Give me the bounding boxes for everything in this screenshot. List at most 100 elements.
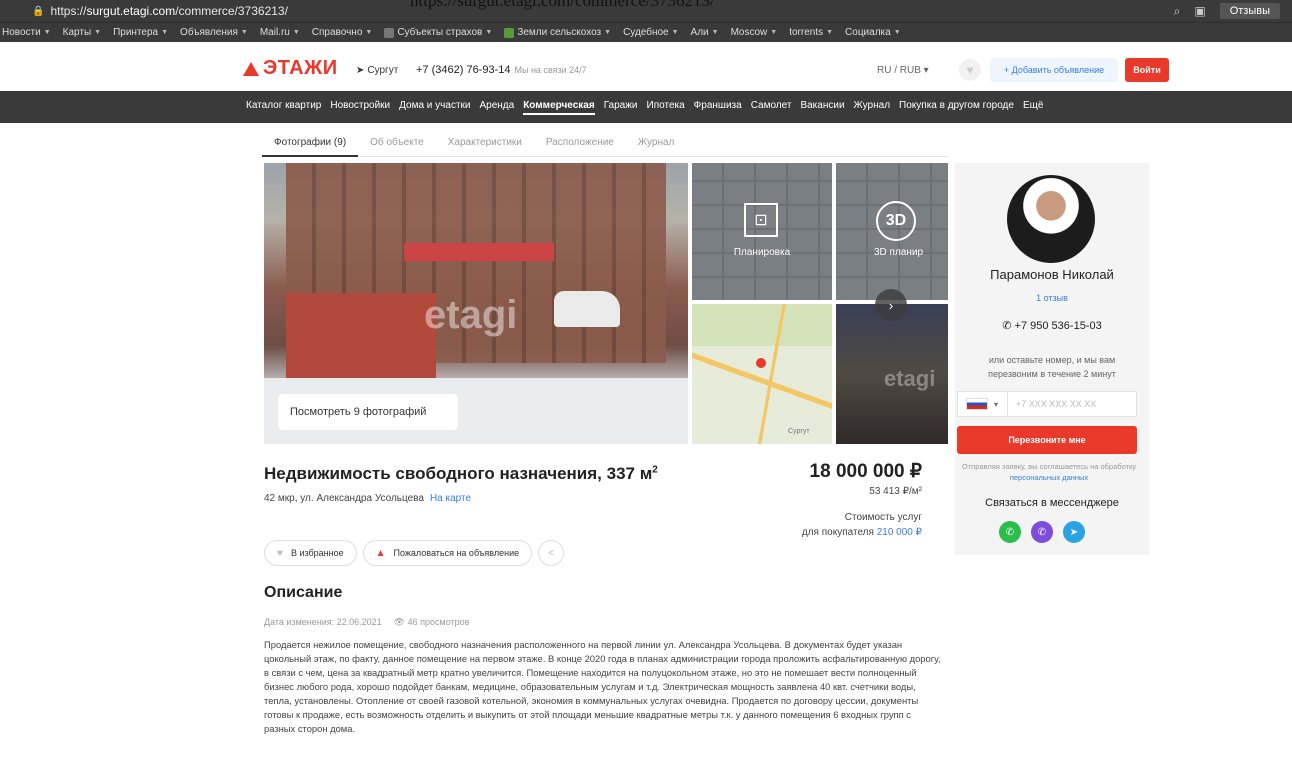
bookmark-label: Али: [690, 27, 709, 38]
viber-icon[interactable]: ✆: [1031, 521, 1053, 543]
nav-item[interactable]: Каталог квартир: [246, 100, 321, 115]
nav-item[interactable]: Коммерческая: [523, 100, 595, 115]
tab-item[interactable]: Характеристики: [436, 133, 534, 157]
nav-item[interactable]: Покупка в другом городе: [899, 100, 1014, 115]
service-cost: Стоимость услуг для покупателя 210 000 ₽: [801, 512, 922, 538]
agent-name[interactable]: Парамонов Николай: [955, 267, 1149, 282]
messengers-heading: Связаться в мессенджере: [985, 497, 1119, 509]
interior-photo-thumb[interactable]: etagi: [836, 304, 948, 444]
reviews-button[interactable]: Отзывы: [1219, 3, 1280, 19]
callback-phone-field: ▾: [957, 391, 1137, 417]
dropdown-arrow-icon: ▼: [94, 29, 102, 36]
add-to-favorites-button[interactable]: ♥ В избранное: [264, 540, 357, 566]
tab-item[interactable]: Журнал: [626, 133, 687, 157]
callback-note: или оставьте номер, и мы вам перезвоним …: [988, 355, 1116, 379]
bookmark-item[interactable]: torrents ▼: [789, 27, 833, 38]
add-listing-button[interactable]: + Добавить объявление: [990, 58, 1118, 82]
photo-watermark: etagi: [424, 293, 518, 337]
site-header: ЭТАЖИ ➤ Сургут +7 (3462) 76-93-14 Мы на св…: [0, 55, 1292, 91]
dropdown-arrow-icon: ▼: [240, 29, 248, 36]
dropdown-arrow-icon: ▼: [485, 29, 493, 36]
map-pin-icon: [756, 358, 766, 368]
bookmark-item[interactable]: Карты ▼: [63, 27, 101, 38]
consent-note: Отправляя заявку, вы соглашаетесь на обр…: [961, 462, 1137, 482]
bookmark-item[interactable]: Объявления ▼: [180, 27, 248, 38]
callback-phone-input[interactable]: [1008, 392, 1136, 416]
nav-item[interactable]: Вакансии: [800, 100, 844, 115]
callback-button[interactable]: Перезвоните мне: [957, 426, 1137, 454]
3d-icon: 3D: [876, 201, 916, 241]
favorites-heart-icon[interactable]: ♥: [959, 59, 981, 81]
nav-item[interactable]: Аренда: [479, 100, 514, 115]
share-button[interactable]: <: [538, 540, 565, 566]
nav-item[interactable]: Франшиза: [694, 100, 742, 115]
bookmark-favicon-icon: [504, 27, 515, 38]
bookmark-item[interactable]: Mail.ru ▼: [260, 27, 300, 38]
personal-data-link[interactable]: персональных данных: [1010, 473, 1088, 482]
share-icon: <: [548, 547, 555, 559]
search-icon[interactable]: ⌕: [1174, 4, 1181, 19]
login-button[interactable]: Войти: [1125, 58, 1169, 82]
bookmark-label: Земли сельскохоз: [517, 27, 602, 38]
agent-phone[interactable]: ✆ +7 950 536-15-03: [955, 319, 1149, 332]
price-per-m2: 53 413 ₽/м²: [869, 486, 922, 497]
bookmark-item[interactable]: Субъекты страхов ▼: [384, 27, 492, 38]
report-listing-button[interactable]: ▲ Пожаловаться на объявление: [362, 540, 533, 566]
main-nav: Каталог квартир Новостройки Дома и участки…: [0, 91, 1292, 123]
nav-item[interactable]: Новостройки: [330, 100, 390, 115]
service-amount-link[interactable]: 210 000 ₽: [877, 527, 922, 538]
nav-item[interactable]: Ипотека: [647, 100, 685, 115]
extension-icon[interactable]: ▣: [1194, 4, 1205, 18]
nav-item[interactable]: Дома и участки: [399, 100, 470, 115]
city-selector[interactable]: ➤ Сургут: [356, 65, 398, 76]
nav-item[interactable]: Самолет: [751, 100, 792, 115]
agent-reviews-link[interactable]: 1 отзыв: [955, 293, 1149, 303]
listing-actions: ♥ В избранное ▲ Пожаловаться на объявление…: [264, 540, 565, 566]
bookmark-label: Объявления: [180, 27, 238, 38]
bookmark-item[interactable]: Земли сельскохоз ▼: [504, 27, 611, 38]
bookmark-label: Mail.ru: [259, 27, 290, 38]
view-all-photos-button[interactable]: Посмотреть 9 фотографий: [278, 394, 458, 430]
description-text: Продается нежилое помещение, свободного …: [264, 639, 941, 734]
modified-date: Дата изменения: 22.06.2021: [264, 617, 382, 627]
dropdown-arrow-icon: ▼: [43, 29, 51, 36]
floorplan-thumb[interactable]: ⊡ Планировка: [692, 163, 832, 300]
bookmark-item[interactable]: Справочно ▼: [312, 27, 373, 38]
bookmark-favicon-icon: [384, 27, 395, 38]
bookmark-label: Судебное: [623, 27, 669, 38]
bookmark-item[interactable]: Принтера ▼: [113, 27, 168, 38]
bookmark-item[interactable]: Социалка ▼: [845, 27, 901, 38]
bookmark-label: Социалка: [845, 27, 891, 38]
nav-item[interactable]: Журнал: [854, 100, 891, 115]
language-selector[interactable]: RU / RUB ▾: [877, 65, 929, 76]
main-photo[interactable]: etagi Посмотреть 9 фотографий: [264, 163, 688, 444]
bookmark-item[interactable]: Судебное ▼: [623, 27, 678, 38]
views-count: 👁 46 просмотров: [393, 617, 470, 627]
3d-plan-thumb[interactable]: 3D 3D планир: [836, 163, 948, 300]
nav-item[interactable]: Ещё: [1023, 100, 1043, 115]
gallery-next-arrow-icon[interactable]: ›: [875, 289, 907, 321]
map-thumb[interactable]: Сургут: [692, 304, 832, 444]
tab-item[interactable]: Расположение: [534, 133, 626, 157]
whatsapp-icon[interactable]: ✆: [999, 521, 1021, 543]
dropdown-arrow-icon: ▼: [604, 29, 612, 36]
listing-price: 18 000 000 ₽: [809, 461, 922, 482]
bookmark-item[interactable]: Moscow ▼: [731, 27, 778, 38]
tab-item[interactable]: Фотографии (9): [262, 133, 359, 157]
nav-item[interactable]: Гаражи: [604, 100, 638, 115]
url-text[interactable]: https://surgut.etagi.com/commerce/373621…: [50, 4, 287, 18]
map-link[interactable]: На карте: [430, 493, 471, 504]
telegram-icon[interactable]: ➤: [1063, 521, 1085, 543]
bookmark-item[interactable]: Новости ▼: [2, 27, 51, 38]
tab-item[interactable]: Об объекте: [358, 133, 436, 157]
lock-icon: 🔒: [32, 5, 45, 17]
bookmark-label: Принтера: [113, 27, 159, 38]
country-selector[interactable]: ▾: [958, 392, 1008, 416]
dropdown-arrow-icon: ▼: [893, 29, 901, 36]
location-arrow-icon: ➤: [356, 65, 365, 76]
bookmark-label: torrents: [789, 27, 824, 38]
header-phone[interactable]: +7 (3462) 76-93-14 Мы на связи 24/7: [416, 64, 587, 76]
agent-avatar[interactable]: [1007, 175, 1095, 263]
bookmark-item[interactable]: Али ▼: [691, 27, 719, 38]
site-logo[interactable]: ЭТАЖИ: [243, 57, 338, 80]
